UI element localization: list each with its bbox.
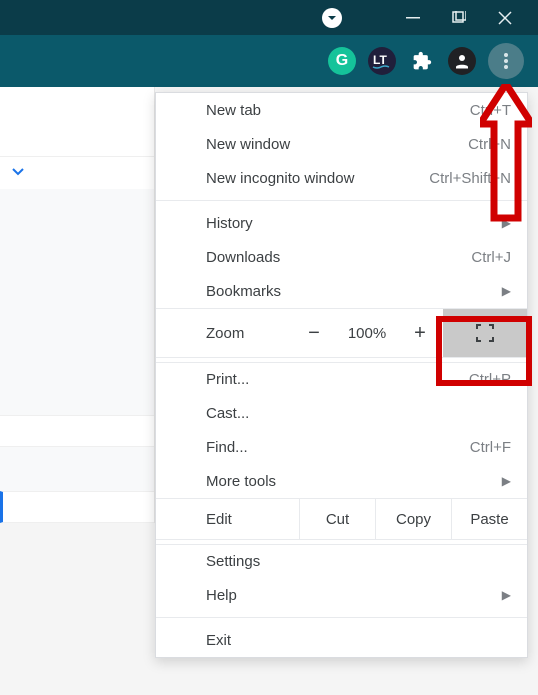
submenu-arrow-icon: ▶ bbox=[502, 284, 511, 298]
menu-label: New window bbox=[206, 136, 290, 153]
menu-separator bbox=[156, 200, 527, 201]
zoom-label: Zoom bbox=[156, 325, 291, 342]
menu-shortcut: Ctrl+Shift+N bbox=[429, 170, 511, 187]
menu-label: Exit bbox=[206, 632, 231, 649]
menu-help[interactable]: Help ▶ bbox=[156, 578, 527, 612]
menu-label: Print... bbox=[206, 371, 249, 388]
menu-label: Downloads bbox=[206, 249, 280, 266]
grammarly-icon[interactable]: G bbox=[328, 47, 356, 75]
menu-history[interactable]: History ▶ bbox=[156, 206, 527, 240]
window-titlebar bbox=[0, 0, 538, 35]
fullscreen-icon bbox=[476, 324, 494, 342]
menu-find[interactable]: Find... Ctrl+F bbox=[156, 430, 527, 464]
menu-label: History bbox=[206, 215, 253, 232]
menu-shortcut: Ctrl+P bbox=[469, 371, 511, 388]
menu-settings[interactable]: Settings bbox=[156, 544, 527, 578]
menu-new-incognito[interactable]: New incognito window Ctrl+Shift+N bbox=[156, 161, 527, 195]
menu-label: More tools bbox=[206, 473, 276, 490]
menu-shortcut: Ctrl+F bbox=[470, 439, 511, 456]
window-close-button[interactable] bbox=[482, 0, 528, 35]
fullscreen-button[interactable] bbox=[443, 309, 527, 357]
submenu-arrow-icon: ▶ bbox=[502, 216, 511, 230]
menu-print[interactable]: Print... Ctrl+P bbox=[156, 362, 527, 396]
menu-exit[interactable]: Exit bbox=[156, 623, 527, 657]
edit-label: Edit bbox=[156, 499, 299, 539]
more-menu-button[interactable] bbox=[488, 43, 524, 79]
languagetool-icon[interactable]: LT bbox=[368, 47, 396, 75]
menu-new-tab[interactable]: New tab Ctrl+T bbox=[156, 93, 527, 127]
menu-label: New tab bbox=[206, 102, 261, 119]
menu-bookmarks[interactable]: Bookmarks ▶ bbox=[156, 274, 527, 308]
profile-icon[interactable] bbox=[448, 47, 476, 75]
menu-label: Find... bbox=[206, 439, 248, 456]
window-maximize-button[interactable] bbox=[436, 0, 482, 35]
browser-toolbar: G LT bbox=[0, 35, 538, 87]
extensions-icon[interactable] bbox=[408, 47, 436, 75]
menu-separator bbox=[156, 617, 527, 618]
zoom-value: 100% bbox=[337, 325, 397, 342]
svg-text:LT: LT bbox=[373, 53, 387, 67]
menu-more-tools[interactable]: More tools ▶ bbox=[156, 464, 527, 498]
submenu-arrow-icon: ▶ bbox=[502, 588, 511, 602]
menu-label: New incognito window bbox=[206, 170, 354, 187]
menu-label: Bookmarks bbox=[206, 283, 281, 300]
zoom-out-button[interactable]: − bbox=[291, 322, 337, 345]
menu-downloads[interactable]: Downloads Ctrl+J bbox=[156, 240, 527, 274]
menu-cast[interactable]: Cast... bbox=[156, 396, 527, 430]
menu-shortcut: Ctrl+J bbox=[471, 249, 511, 266]
menu-edit-row: Edit Cut Copy Paste bbox=[156, 498, 527, 540]
menu-shortcut: Ctrl+N bbox=[468, 136, 511, 153]
paste-button[interactable]: Paste bbox=[451, 499, 527, 539]
cut-button[interactable]: Cut bbox=[299, 499, 375, 539]
submenu-arrow-icon: ▶ bbox=[502, 474, 511, 488]
window-minimize-button[interactable] bbox=[390, 0, 436, 35]
menu-label: Help bbox=[206, 587, 237, 604]
menu-label: Cast... bbox=[206, 405, 249, 422]
copy-button[interactable]: Copy bbox=[375, 499, 451, 539]
menu-zoom-row: Zoom − 100% + bbox=[156, 308, 527, 358]
page-background bbox=[0, 87, 155, 523]
zoom-in-button[interactable]: + bbox=[397, 322, 443, 345]
browser-menu: New tab Ctrl+T New window Ctrl+N New inc… bbox=[155, 92, 528, 658]
menu-label: Settings bbox=[206, 553, 260, 570]
menu-new-window[interactable]: New window Ctrl+N bbox=[156, 127, 527, 161]
chevron-down-icon bbox=[0, 157, 154, 189]
menu-shortcut: Ctrl+T bbox=[470, 102, 511, 119]
tab-dropdown-icon[interactable] bbox=[322, 8, 342, 28]
